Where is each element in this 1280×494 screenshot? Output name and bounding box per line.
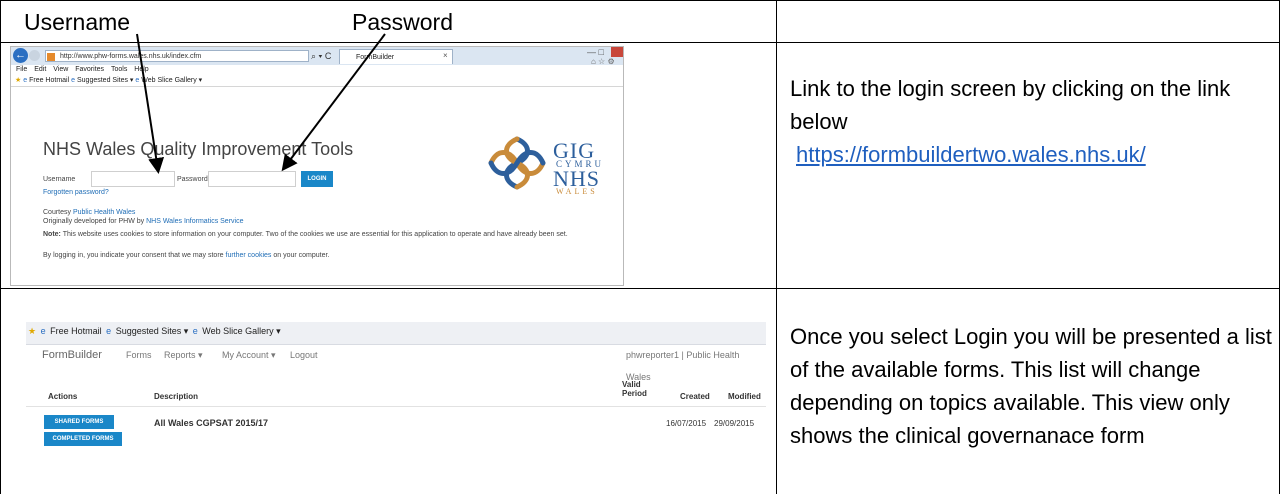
document-page: Username Password Link to the login scre…	[0, 0, 1280, 494]
ie-page-icon: e	[40, 326, 46, 336]
col-valid: Valid	[622, 380, 641, 389]
nav-forms[interactable]: Forms	[126, 344, 152, 366]
ie-page-icon: e	[192, 326, 198, 336]
fav-suggested-sites[interactable]: Suggested Sites ▾	[116, 326, 189, 336]
completed-forms-button[interactable]: COMPLETED FORMS	[44, 432, 122, 446]
col-modified: Modified	[728, 392, 761, 401]
col-actions: Actions	[48, 392, 78, 401]
shared-forms-button[interactable]: SHARED FORMS	[44, 415, 114, 429]
favorites-bar: ★ e Free Hotmail e Suggested Sites ▾ e W…	[26, 322, 766, 345]
nav-my-account[interactable]: My Account ▾	[222, 344, 276, 366]
col-created: Created	[680, 392, 710, 401]
col-period: Period	[622, 389, 647, 398]
formbuilder-brand[interactable]: FormBuilder	[42, 344, 102, 366]
col-description: Description	[154, 392, 199, 401]
form-description[interactable]: All Wales CGPSAT 2015/17	[154, 418, 268, 428]
fav-free-hotmail[interactable]: Free Hotmail	[50, 326, 102, 336]
nav-logout[interactable]: Logout	[290, 344, 318, 366]
formbuilder-screenshot: ★ e Free Hotmail e Suggested Sites ▾ e W…	[26, 322, 766, 468]
password-arrow	[281, 33, 386, 172]
header-divider	[26, 406, 766, 407]
nav-reports[interactable]: Reports ▾	[164, 344, 203, 366]
favorites-star-icon[interactable]: ★	[28, 326, 36, 336]
fav-web-slice-gallery[interactable]: Web Slice Gallery ▾	[202, 326, 280, 336]
form-created: 16/07/2015	[666, 419, 707, 428]
form-modified: 29/09/2015	[714, 419, 755, 428]
ie-page-icon: e	[106, 326, 112, 336]
username-arrow	[136, 33, 165, 174]
user-info[interactable]: phwreporter1 | Public Health Wales	[626, 344, 766, 388]
